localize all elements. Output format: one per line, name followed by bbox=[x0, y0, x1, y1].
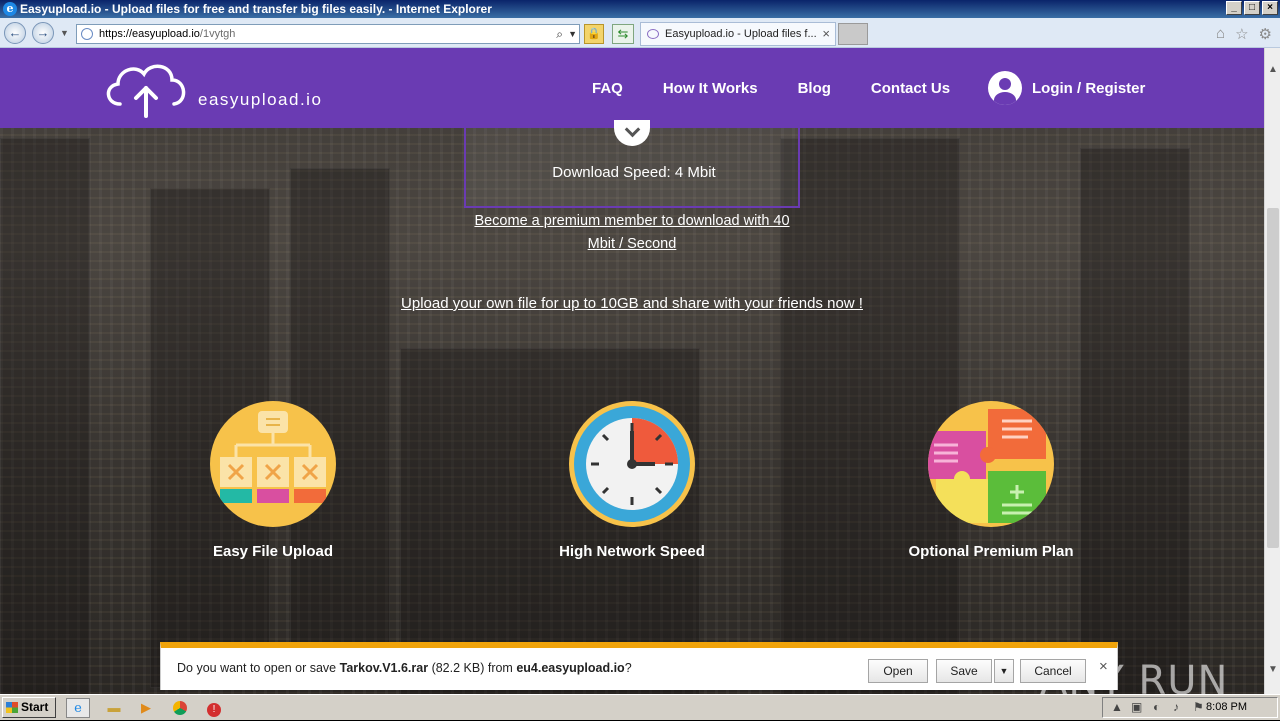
scroll-down-icon[interactable]: ▼ bbox=[1265, 662, 1280, 678]
feature-network-speed: High Network Speed bbox=[532, 401, 732, 560]
media-player-icon[interactable]: ▶ bbox=[134, 698, 158, 718]
taskbar: Start e ▬ ▶ ! ▲ ▣ ◐ ♪ ⚑ 8:08 PM bbox=[0, 694, 1280, 720]
favorites-star-icon[interactable]: ☆ bbox=[1235, 25, 1248, 43]
home-icon[interactable]: ⌂ bbox=[1216, 25, 1225, 43]
history-dropdown-icon[interactable]: ▼ bbox=[60, 28, 69, 38]
login-label: Login / Register bbox=[1032, 79, 1146, 97]
nav-blog[interactable]: Blog bbox=[798, 80, 831, 97]
close-window-button[interactable]: × bbox=[1262, 1, 1278, 15]
ie-logo-icon: e bbox=[3, 2, 17, 16]
browser-tab[interactable]: Easyupload.io - Upload files f... × bbox=[640, 22, 836, 46]
address-dropdown-icon[interactable]: ▼ bbox=[568, 25, 577, 43]
action-center-flag-icon[interactable]: ⚑ bbox=[1193, 698, 1204, 717]
premium-link-line2: Mbit / Second bbox=[587, 236, 677, 252]
login-register-link[interactable]: Login / Register bbox=[988, 71, 1145, 105]
site-logo[interactable]: easyupload.io bbox=[100, 58, 322, 120]
save-options-dropdown-icon[interactable]: ▼ bbox=[994, 659, 1014, 683]
nav-how-it-works[interactable]: How It Works bbox=[663, 80, 758, 97]
feature-easy-upload: Easy File Upload bbox=[173, 401, 373, 560]
back-button[interactable]: ← bbox=[4, 22, 26, 44]
window-title: Easyupload.io - Upload files for free an… bbox=[20, 2, 492, 16]
background-building bbox=[0, 138, 90, 694]
tab-close-icon[interactable]: × bbox=[822, 23, 830, 45]
forward-button[interactable]: → bbox=[32, 22, 54, 44]
url-path: /1vytgh bbox=[199, 28, 236, 40]
main-nav: FAQ How It Works Blog Contact Us bbox=[592, 48, 990, 128]
windows-flag-icon bbox=[6, 702, 18, 713]
puzzle-icon bbox=[928, 401, 1054, 527]
new-tab-button[interactable] bbox=[838, 23, 868, 45]
close-download-bar-icon[interactable]: × bbox=[1099, 658, 1108, 675]
cloud-upload-icon bbox=[106, 64, 186, 118]
tab-favicon-icon bbox=[647, 29, 659, 39]
background-building bbox=[1080, 148, 1190, 694]
tab-title: Easyupload.io - Upload files f... bbox=[665, 28, 817, 40]
nav-faq[interactable]: FAQ bbox=[592, 80, 623, 97]
lock-icon[interactable]: 🔒 bbox=[584, 24, 604, 44]
tray-expand-icon[interactable]: ▲ bbox=[1111, 698, 1123, 717]
download-size: (82.2 KB) from bbox=[428, 661, 517, 675]
download-notification-bar: Do you want to open or save Tarkov.V1.6.… bbox=[160, 642, 1118, 690]
premium-link[interactable]: Become a premium member to download with… bbox=[464, 210, 800, 256]
download-speed: Download Speed: 4 Mbit bbox=[552, 164, 716, 181]
download-arrow-icon[interactable] bbox=[614, 120, 650, 146]
network-icon[interactable]: ▣ bbox=[1131, 698, 1142, 717]
page-viewport: easyupload.io FAQ How It Works Blog Cont… bbox=[0, 48, 1264, 694]
feature-label: Easy File Upload bbox=[212, 543, 334, 560]
upload-own-file-text: Upload your own file for up to 10GB and … bbox=[401, 295, 863, 312]
download-box: Download Speed: 4 Mbit bbox=[464, 120, 800, 208]
speaker-icon[interactable]: ♪ bbox=[1173, 698, 1179, 717]
ie-taskbar-icon[interactable]: e bbox=[66, 698, 90, 718]
scroll-up-icon[interactable]: ▲ bbox=[1265, 62, 1280, 78]
browser-toolbar: ← → ▼ https://easyupload.io/1vytgh ⌕ ▼ 🔒… bbox=[0, 18, 1280, 48]
refresh-button[interactable]: ⇆ bbox=[612, 24, 634, 44]
minimize-button[interactable]: _ bbox=[1226, 1, 1242, 15]
nav-contact-us[interactable]: Contact Us bbox=[871, 80, 950, 97]
open-button[interactable]: Open bbox=[868, 659, 928, 683]
upload-own-file-link[interactable]: Upload your own file for up to 10GB and … bbox=[0, 295, 1264, 312]
volume-icon[interactable]: ◐ bbox=[1153, 698, 1160, 717]
logo-text: easyupload.io bbox=[198, 90, 323, 109]
cancel-button[interactable]: Cancel bbox=[1020, 659, 1086, 683]
antivirus-icon[interactable]: ! bbox=[202, 698, 226, 718]
feature-premium-plan: Optional Premium Plan bbox=[891, 401, 1091, 560]
feature-label: High Network Speed bbox=[559, 543, 705, 560]
search-icon[interactable]: ⌕ bbox=[556, 25, 563, 43]
url-host: https://easyupload.io bbox=[99, 28, 200, 40]
address-bar[interactable]: https://easyupload.io/1vytgh ⌕ ▼ bbox=[76, 24, 580, 44]
chrome-icon[interactable] bbox=[168, 698, 192, 718]
feature-label: Optional Premium Plan bbox=[908, 543, 1074, 560]
user-avatar-icon bbox=[988, 71, 1022, 105]
clock: 8:08 PM bbox=[1206, 701, 1247, 713]
flowchart-icon bbox=[210, 401, 336, 527]
window-title-bar: e Easyupload.io - Upload files for free … bbox=[0, 0, 1280, 18]
download-prompt-suffix: ? bbox=[624, 661, 632, 675]
site-globe-icon bbox=[81, 28, 93, 40]
download-host: eu4.easyupload.io bbox=[516, 661, 625, 675]
site-header: easyupload.io FAQ How It Works Blog Cont… bbox=[0, 48, 1264, 128]
maximize-button[interactable]: □ bbox=[1244, 1, 1260, 15]
settings-gear-icon[interactable]: ⚙ bbox=[1259, 25, 1272, 43]
premium-link-line1: Become a premium member to download with… bbox=[474, 213, 790, 229]
save-button[interactable]: Save bbox=[936, 659, 992, 683]
vertical-scrollbar[interactable]: ▲ ▼ bbox=[1264, 48, 1280, 694]
download-filename: Tarkov.V1.6.rar bbox=[339, 661, 429, 675]
system-tray: ▲ ▣ ◐ ♪ ⚑ 8:08 PM bbox=[1102, 697, 1278, 718]
clock-icon bbox=[569, 401, 695, 527]
start-button[interactable]: Start bbox=[2, 697, 56, 718]
start-label: Start bbox=[21, 700, 49, 714]
explorer-folder-icon[interactable]: ▬ bbox=[102, 698, 126, 718]
download-prompt-prefix: Do you want to open or save bbox=[177, 661, 340, 675]
download-prompt: Do you want to open or save Tarkov.V1.6.… bbox=[177, 661, 632, 675]
scroll-thumb[interactable] bbox=[1267, 208, 1279, 548]
